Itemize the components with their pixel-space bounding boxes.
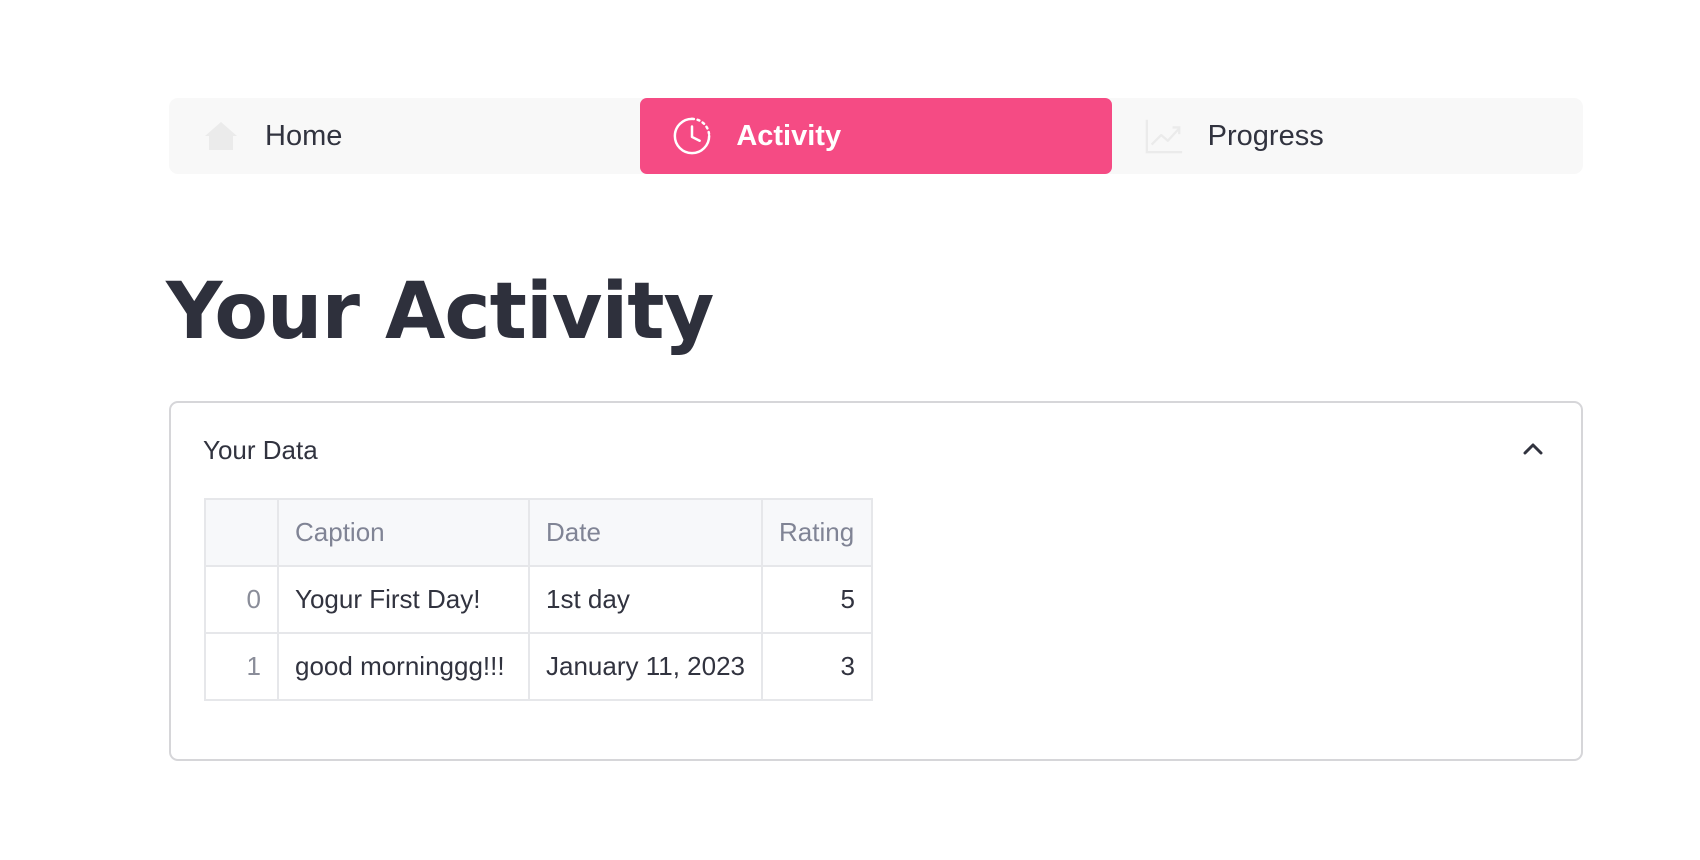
expander-header[interactable]: Your Data — [171, 403, 1581, 501]
nav-item-home[interactable]: Home — [169, 98, 640, 174]
cell-rating[interactable]: 3 — [761, 632, 873, 701]
nav-item-progress[interactable]: Progress — [1112, 98, 1583, 174]
cell-date[interactable]: 1st day — [528, 565, 763, 634]
cell-rating[interactable]: 5 — [761, 565, 873, 634]
expander-label: Your Data — [203, 435, 318, 465]
app-page: Home Activity Progress Your Activity You… — [0, 0, 1700, 860]
data-expander: Your Data Caption Date Rating 0 Yogur Fi… — [169, 401, 1583, 761]
table-row: 0 Yogur First Day! 1st day 5 — [204, 565, 873, 634]
nav-item-label: Activity — [736, 119, 842, 152]
cell-caption[interactable]: good morninggg!!! — [277, 632, 530, 701]
table-header-row: Caption Date Rating — [204, 498, 873, 567]
page-title: Your Activity — [166, 267, 714, 357]
cell-date[interactable]: January 11, 2023 — [528, 632, 763, 701]
row-index: 0 — [204, 565, 279, 634]
cell-caption[interactable]: Yogur First Day! — [277, 565, 530, 634]
home-icon — [201, 116, 241, 156]
column-header-caption[interactable]: Caption — [277, 498, 530, 567]
nav-item-label: Home — [265, 119, 343, 152]
column-header-rating[interactable]: Rating — [761, 498, 873, 567]
nav-item-activity[interactable]: Activity — [640, 98, 1112, 174]
table-row: 1 good morninggg!!! January 11, 2023 3 — [204, 632, 873, 701]
row-index: 1 — [204, 632, 279, 701]
nav-bar: Home Activity Progress — [169, 98, 1583, 174]
nav-item-label: Progress — [1207, 119, 1324, 152]
column-header-index[interactable] — [204, 498, 279, 567]
chevron-up-icon[interactable] — [1517, 433, 1549, 465]
clock-icon — [672, 116, 712, 156]
chart-line-icon — [1144, 116, 1184, 156]
column-header-date[interactable]: Date — [528, 498, 763, 567]
data-table: Caption Date Rating 0 Yogur First Day! 1… — [204, 498, 873, 701]
